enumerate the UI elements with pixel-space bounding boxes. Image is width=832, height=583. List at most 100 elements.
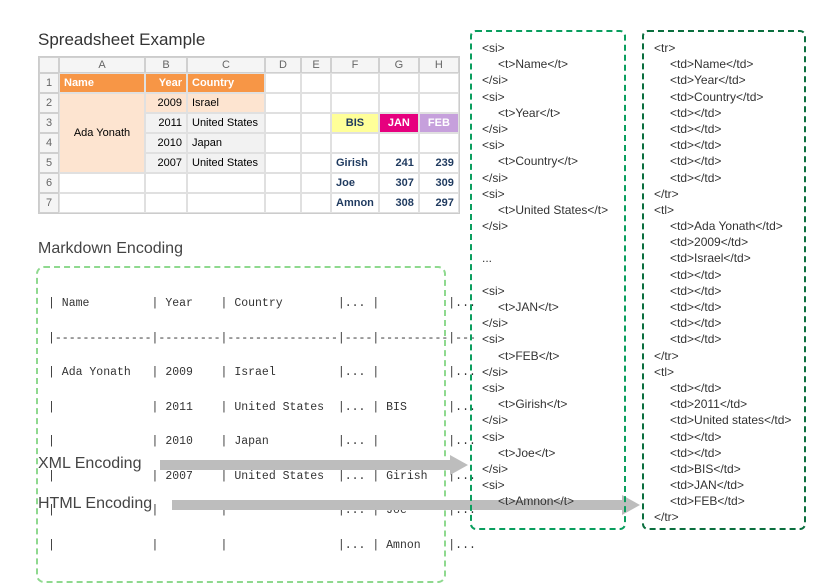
code-line [482,234,614,250]
cell-F6[interactable]: Joe [331,173,379,193]
cell-D7[interactable] [265,193,301,213]
cell-C6[interactable] [187,173,265,193]
col-H: H [419,57,459,73]
code-line: <td>JAN</td> [654,477,794,493]
code-line: <td></td> [654,105,794,121]
code-line: <t>United States</t> [482,202,614,218]
code-line: <si> [482,380,614,396]
cell-C2[interactable]: Israel [187,93,265,113]
code-line: </si> [482,412,614,428]
col-D: D [265,57,301,73]
cell-C7[interactable] [187,193,265,213]
code-line: </tr> [654,509,794,525]
cell-F3[interactable]: BIS [331,113,379,133]
code-line: <td></td> [654,445,794,461]
cell-D5[interactable] [265,153,301,173]
cell-C5[interactable]: United States [187,153,265,173]
cell-E6[interactable] [301,173,331,193]
cell-B4[interactable]: 2010 [145,133,187,153]
cell-G2[interactable] [379,93,419,113]
code-line: <tl> [654,202,794,218]
cell-B5[interactable]: 2007 [145,153,187,173]
cell-F7[interactable]: Amnon [331,193,379,213]
cell-A1[interactable]: Name [59,73,145,93]
cell-D2[interactable] [265,93,301,113]
code-line: <td></td> [654,331,794,347]
md-line: | Ada Yonath | 2009 | Israel |... | |... [48,364,434,381]
cell-G5[interactable]: 241 [379,153,419,173]
md-line: | | 2010 | Japan |... | |... [48,433,434,450]
code-line: <t>Girish</t> [482,396,614,412]
cell-E7[interactable] [301,193,331,213]
cell-E4[interactable] [301,133,331,153]
col-E: E [301,57,331,73]
code-line: <t>JAN</t> [482,299,614,315]
cell-F5[interactable]: Girish [331,153,379,173]
cell-A2-merged[interactable]: Ada Yonath [59,93,145,173]
cell-G3[interactable]: JAN [379,113,419,133]
cell-G1[interactable] [379,73,419,93]
code-line: ... [482,250,614,266]
cell-G7[interactable]: 308 [379,193,419,213]
cell-F4[interactable] [331,133,379,153]
cell-D6[interactable] [265,173,301,193]
code-line: <td></td> [654,153,794,169]
code-line: <si> [482,477,614,493]
code-line: <tr> [654,40,794,56]
code-line: <td>BIS</td> [654,461,794,477]
cell-H6[interactable]: 309 [419,173,459,193]
col-F: F [331,57,379,73]
cell-E3[interactable] [301,113,331,133]
cell-A7[interactable] [59,193,145,213]
cell-F2[interactable] [331,93,379,113]
rowhead-4: 4 [39,133,59,153]
col-G: G [379,57,419,73]
cell-G4[interactable] [379,133,419,153]
xml-arrow-head [450,455,468,475]
cell-B2[interactable]: 2009 [145,93,187,113]
cell-B6[interactable] [145,173,187,193]
rowhead-5: 5 [39,153,59,173]
cell-A6[interactable] [59,173,145,193]
code-line: <td></td> [654,137,794,153]
cell-F1[interactable] [331,73,379,93]
code-line: </si> [482,364,614,380]
code-line: <t>FEB</t> [482,348,614,364]
code-line: <si> [482,89,614,105]
cell-H3[interactable]: FEB [419,113,459,133]
spreadsheet-example: A B C D E F G H 1 Name Year Country 2 Ad… [38,56,460,214]
rowhead-7: 7 [39,193,59,213]
rowhead-3: 3 [39,113,59,133]
md-line: | | 2011 | United States |... | BIS |... [48,399,434,416]
cell-B1[interactable]: Year [145,73,187,93]
html-title: HTML Encoding [38,495,152,513]
cell-D4[interactable] [265,133,301,153]
cell-B3[interactable]: 2011 [145,113,187,133]
cell-H2[interactable] [419,93,459,113]
cell-C1[interactable]: Country [187,73,265,93]
code-line: <t>Amnon</t> [482,493,614,509]
spreadsheet-title: Spreadsheet Example [38,30,205,50]
cell-E5[interactable] [301,153,331,173]
cell-H1[interactable] [419,73,459,93]
markdown-encoding-box: | Name | Year | Country |... | |... |---… [36,266,446,583]
code-line: <td></td> [654,380,794,396]
cell-G6[interactable]: 307 [379,173,419,193]
cell-H5[interactable]: 239 [419,153,459,173]
cell-D3[interactable] [265,113,301,133]
code-line: <td></td> [654,283,794,299]
cell-H7[interactable]: 297 [419,193,459,213]
cell-H4[interactable] [419,133,459,153]
cell-C4[interactable]: Japan [187,133,265,153]
cell-E1[interactable] [301,73,331,93]
cell-B7[interactable] [145,193,187,213]
code-line: <td>Name</td> [654,56,794,72]
code-line: <si> [482,40,614,56]
code-line: <t>Joe</t> [482,445,614,461]
cell-C3[interactable]: United States [187,113,265,133]
code-line: </si> [482,315,614,331]
code-line: <td></td> [654,121,794,137]
cell-D1[interactable] [265,73,301,93]
html-encoding-box: <tr><td>Name</td><td>Year</td><td>Countr… [642,30,806,530]
cell-E2[interactable] [301,93,331,113]
